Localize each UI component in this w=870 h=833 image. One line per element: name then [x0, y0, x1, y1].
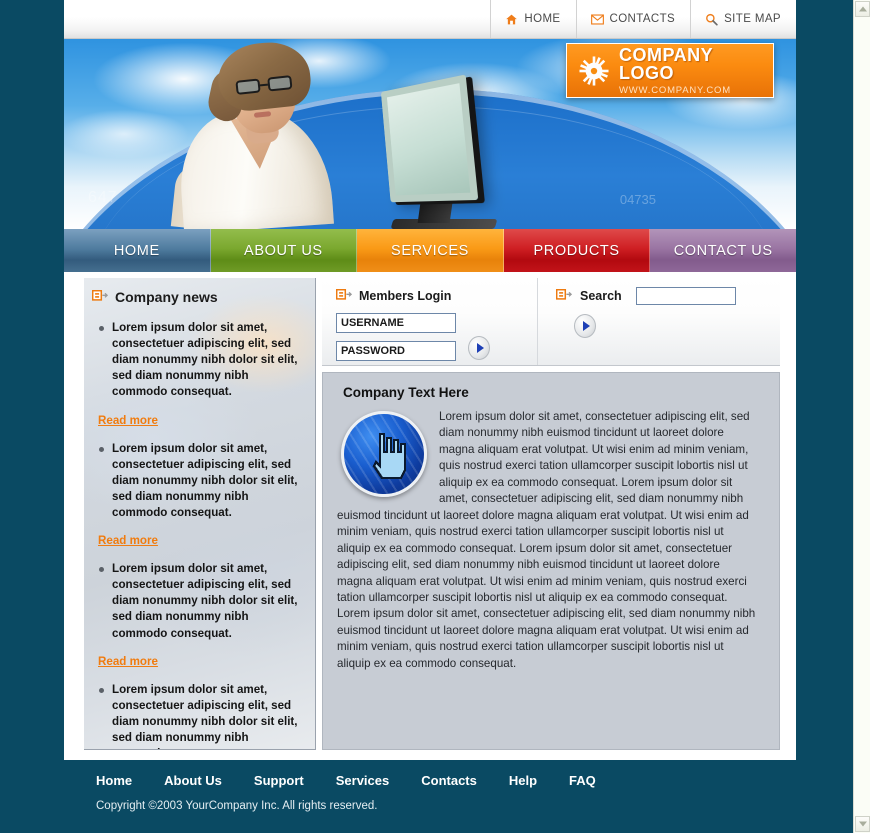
copyright-text: Copyright ©2003 YourCompany Inc. All rig… [96, 800, 378, 812]
search-icon [705, 13, 718, 26]
footer-navigation: Home About Us Support Services Contacts … [96, 773, 853, 788]
footer-link-services[interactable]: Services [336, 773, 390, 788]
news-item-text: Lorem ipsum dolor sit amet, consectetuer… [112, 321, 298, 399]
search-label: Search [580, 289, 622, 303]
envelope-icon [590, 13, 604, 26]
news-item-text: Lorem ipsum dolor sit amet, consectetuer… [112, 682, 298, 749]
nav-item-services-label: SERVICES [391, 242, 469, 259]
utility-link-contacts-label: CONTACTS [609, 13, 676, 25]
news-item-text: Lorem ipsum dolor sit amet, consectetuer… [112, 441, 298, 519]
main-navigation: HOME ABOUT US SERVICES PRODUCTS CONTACT … [64, 229, 796, 272]
footer-link-about-us[interactable]: About Us [164, 773, 222, 788]
company-text-title: Company Text Here [343, 385, 469, 400]
nav-item-services[interactable]: SERVICES [357, 229, 504, 272]
main-column: Members Login USERNAME PASSWORD Search C… [314, 272, 796, 750]
company-news-title: Company news [115, 289, 218, 305]
news-read-more-link[interactable]: Read more [98, 414, 158, 427]
hero-banner: 647 04735 COMPANY LOGO WWW.COMPANY.COM [64, 39, 796, 229]
chevron-up-icon [858, 6, 867, 12]
list-arrow-icon [91, 288, 109, 306]
utility-link-home[interactable]: HOME [490, 0, 575, 38]
logo-title: COMPANY LOGO [619, 44, 713, 83]
hero-number-right: 04735 [619, 192, 656, 207]
page-container: HOME CONTACTS SITE MAP 647 04735 COMPANY… [64, 0, 796, 760]
news-item-text: Lorem ipsum dolor sit amet, consectetuer… [112, 562, 298, 640]
username-input[interactable]: USERNAME [336, 313, 456, 333]
search-input[interactable] [635, 287, 736, 305]
nav-item-products[interactable]: PRODUCTS [503, 229, 651, 272]
company-news-header: Company news [84, 278, 315, 306]
nav-item-about-us[interactable]: ABOUT US [210, 229, 358, 272]
news-read-more-link[interactable]: Read more [98, 534, 158, 547]
utility-link-home-label: HOME [524, 13, 561, 25]
search-submit-button[interactable] [574, 314, 596, 338]
logo-subtitle: WWW.COMPANY.COM [619, 84, 731, 96]
gear-icon [579, 55, 609, 86]
nav-item-contact-us[interactable]: CONTACT US [650, 229, 796, 272]
news-read-more-link[interactable]: Read more [98, 655, 158, 668]
footer-link-faq[interactable]: FAQ [569, 773, 596, 788]
search-header: Search [555, 287, 780, 305]
monitor-graphic [362, 69, 522, 229]
company-text-panel: Company Text Here Lorem ipsum dolor sit … [322, 372, 780, 750]
news-item: Lorem ipsum dolor sit amet, consectetuer… [96, 561, 303, 682]
hand-cursor-image [341, 411, 427, 497]
login-submit-button[interactable] [468, 336, 490, 360]
hand-cursor-icon [366, 428, 410, 487]
footer: Home About Us Support Services Contacts … [0, 760, 853, 833]
content-area: Company news Lorem ipsum dolor sit amet,… [64, 272, 796, 750]
scroll-up-button[interactable] [855, 1, 870, 17]
company-logo[interactable]: COMPANY LOGO WWW.COMPANY.COM [566, 43, 774, 98]
vertical-scrollbar[interactable] [853, 0, 870, 833]
company-news-list: Lorem ipsum dolor sit amet, consectetuer… [84, 306, 315, 749]
nav-item-about-us-label: ABOUT US [244, 242, 323, 259]
utility-link-contacts[interactable]: CONTACTS [575, 0, 691, 38]
footer-link-help[interactable]: Help [509, 773, 537, 788]
woman-photo [170, 39, 364, 229]
list-arrow-icon [335, 287, 353, 305]
nav-item-home[interactable]: HOME [64, 229, 211, 272]
news-item: Lorem ipsum dolor sit amet, consectetuer… [96, 320, 303, 441]
utility-link-sitemap[interactable]: SITE MAP [690, 0, 796, 38]
footer-link-home[interactable]: Home [96, 773, 132, 788]
hero-number-left: 647 [88, 189, 118, 206]
utility-link-sitemap-label: SITE MAP [724, 13, 781, 25]
list-arrow-icon [555, 287, 573, 305]
search-panel: Search [538, 278, 780, 365]
news-item: Lorem ipsum dolor sit amet, consectetuer… [96, 441, 303, 562]
play-arrow-icon [476, 343, 484, 353]
company-news-panel: Company news Lorem ipsum dolor sit amet,… [84, 278, 316, 750]
members-login-header: Members Login [335, 287, 537, 305]
sidebar: Company news Lorem ipsum dolor sit amet,… [64, 272, 316, 750]
password-input[interactable]: PASSWORD [336, 341, 456, 361]
footer-link-contacts[interactable]: Contacts [421, 773, 477, 788]
play-arrow-icon [582, 321, 590, 331]
news-item: Lorem ipsum dolor sit amet, consectetuer… [96, 682, 303, 749]
nav-item-home-label: HOME [113, 242, 160, 259]
members-login-panel: Members Login USERNAME PASSWORD [322, 278, 538, 365]
scroll-down-button[interactable] [855, 816, 870, 832]
nav-item-contact-us-label: CONTACT US [673, 242, 773, 259]
members-login-title: Members Login [359, 289, 452, 303]
nav-item-products-label: PRODUCTS [533, 242, 620, 259]
utility-bar: HOME CONTACTS SITE MAP [64, 0, 796, 39]
home-icon [505, 13, 518, 26]
chevron-down-icon [858, 821, 867, 827]
browser-viewport: HOME CONTACTS SITE MAP 647 04735 COMPANY… [0, 0, 853, 833]
footer-link-support[interactable]: Support [254, 773, 304, 788]
login-search-strip: Members Login USERNAME PASSWORD Search [322, 278, 780, 366]
